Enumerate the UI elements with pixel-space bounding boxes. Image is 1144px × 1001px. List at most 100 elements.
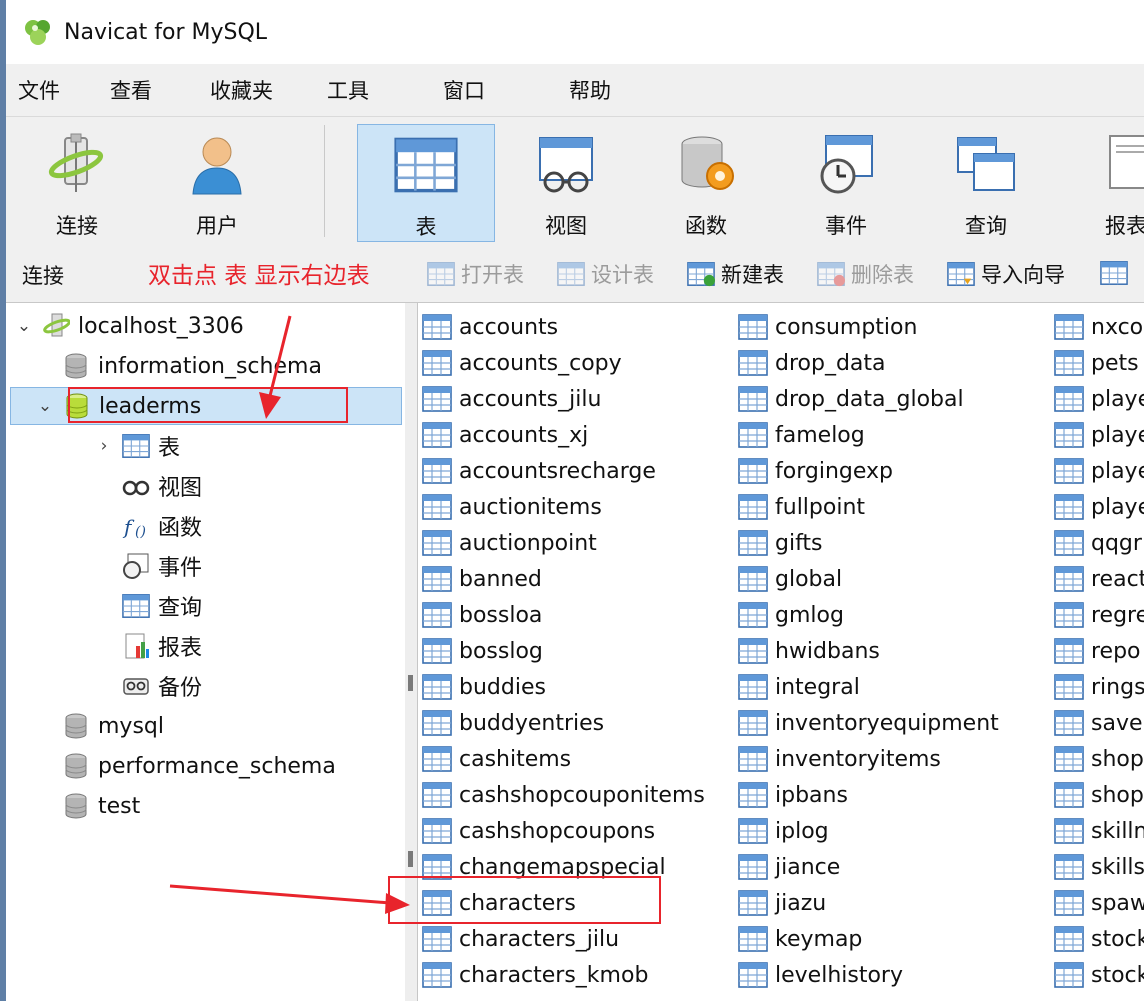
toolbar-table-button[interactable]: 表	[357, 124, 495, 242]
table-item[interactable]: playe	[1054, 489, 1144, 525]
tree-item-connection[interactable]: ⌄ localhost_3306	[14, 307, 394, 345]
table-icon	[1054, 422, 1084, 448]
table-item[interactable]: iplog	[738, 813, 999, 849]
table-item[interactable]: jiance	[738, 849, 999, 885]
menu-tools[interactable]: 工具	[315, 64, 381, 116]
toolbar-user-button[interactable]: 用户	[148, 124, 286, 242]
table-item[interactable]: ipbans	[738, 777, 999, 813]
tree-item-reports[interactable]: 报表	[114, 627, 394, 665]
table-item[interactable]: auctionpoint	[422, 525, 705, 561]
table-item[interactable]: accounts_jilu	[422, 381, 705, 417]
table-item[interactable]: regre	[1054, 597, 1144, 633]
table-item[interactable]: pets	[1054, 345, 1144, 381]
toolbar-connection-button[interactable]: 连接	[8, 124, 146, 242]
table-item[interactable]: levelhistory	[738, 957, 999, 993]
tree-item-views[interactable]: 视图	[114, 467, 394, 505]
table-item[interactable]: characters_kmob	[422, 957, 705, 993]
table-icon	[422, 494, 452, 520]
import-wizard-button[interactable]: 导入向导	[947, 259, 1065, 289]
tree-item-functions[interactable]: f () 函数	[114, 507, 394, 545]
connection-name: localhost_3306	[78, 313, 244, 339]
open-table-icon	[427, 260, 455, 288]
table-item[interactable]: playe	[1054, 453, 1144, 489]
toolbar-view-button[interactable]: 视图	[497, 124, 635, 242]
open-table-button[interactable]: 打开表	[427, 259, 524, 289]
menu-view[interactable]: 查看	[98, 64, 164, 116]
tree-item-test[interactable]: test	[34, 787, 394, 825]
table-item[interactable]: rings	[1054, 669, 1144, 705]
menu-file[interactable]: 文件	[6, 64, 72, 116]
table-item[interactable]: inventoryequipment	[738, 705, 999, 741]
design-table-button[interactable]: 设计表	[557, 259, 654, 289]
table-item[interactable]: save	[1054, 705, 1144, 741]
tree-item-queries[interactable]: 查询	[114, 587, 394, 625]
collapse-chevron-icon[interactable]: ⌄	[35, 396, 55, 416]
expand-chevron-icon[interactable]: ›	[94, 436, 114, 456]
table-item[interactable]: skilln	[1054, 813, 1144, 849]
table-item[interactable]: drop_data	[738, 345, 999, 381]
table-item[interactable]: auctionitems	[422, 489, 705, 525]
table-item[interactable]: forgingexp	[738, 453, 999, 489]
table-item[interactable]: stock	[1054, 957, 1144, 993]
table-item[interactable]: inventoryitems	[738, 741, 999, 777]
table-icon	[738, 890, 768, 916]
table-item[interactable]: react	[1054, 561, 1144, 597]
toolbar-function-button[interactable]: 函数	[637, 124, 775, 242]
table-item[interactable]: spaw	[1054, 885, 1144, 921]
tree-item-information-schema[interactable]: information_schema	[34, 347, 394, 385]
table-item[interactable]: fullpoint	[738, 489, 999, 525]
table-item[interactable]: hwidbans	[738, 633, 999, 669]
table-item[interactable]: buddies	[422, 669, 705, 705]
table-item[interactable]: consumption	[738, 309, 999, 345]
table-item[interactable]: jiazu	[738, 885, 999, 921]
toolbar-query-button[interactable]: 查询	[917, 124, 1055, 242]
table-item[interactable]: repo	[1054, 633, 1144, 669]
export-wizard-button[interactable]	[1100, 259, 1134, 287]
table-item[interactable]: bosslog	[422, 633, 705, 669]
tree-item-events[interactable]: 事件	[114, 547, 394, 585]
table-item[interactable]: keymap	[738, 921, 999, 957]
table-icon	[1054, 674, 1084, 700]
table-name: shop	[1091, 782, 1144, 808]
table-icon	[738, 818, 768, 844]
toolbar-event-button[interactable]: 事件	[777, 124, 915, 242]
collapse-chevron-icon[interactable]: ⌄	[14, 316, 34, 336]
table-item[interactable]: integral	[738, 669, 999, 705]
delete-table-button[interactable]: 删除表	[817, 259, 914, 289]
table-item[interactable]: shop	[1054, 777, 1144, 813]
table-item[interactable]: drop_data_global	[738, 381, 999, 417]
table-item[interactable]: gmlog	[738, 597, 999, 633]
table-item[interactable]: playe	[1054, 417, 1144, 453]
table-item[interactable]: characters_jilu	[422, 921, 705, 957]
table-item[interactable]: banned	[422, 561, 705, 597]
table-item[interactable]: buddyentries	[422, 705, 705, 741]
table-item[interactable]: accounts_xj	[422, 417, 705, 453]
toolbar-report-button[interactable]: 报表	[1057, 124, 1144, 242]
table-item[interactable]: nxco	[1054, 309, 1144, 345]
table-item[interactable]: qqgr	[1054, 525, 1144, 561]
table-item[interactable]: stock	[1054, 921, 1144, 957]
menu-window[interactable]: 窗口	[431, 64, 497, 116]
tree-item-backups[interactable]: 备份	[114, 667, 394, 705]
tree-item-performance-schema[interactable]: performance_schema	[34, 747, 394, 785]
table-item[interactable]: global	[738, 561, 999, 597]
table-item[interactable]: playe	[1054, 381, 1144, 417]
menu-favorites[interactable]: 收藏夹	[198, 64, 285, 116]
table-item[interactable]: shop	[1054, 741, 1144, 777]
menu-help[interactable]: 帮助	[557, 64, 623, 116]
table-item[interactable]: skills	[1054, 849, 1144, 885]
tree-item-mysql[interactable]: mysql	[34, 707, 394, 745]
table-item[interactable]: accounts	[422, 309, 705, 345]
new-table-button[interactable]: 新建表	[687, 259, 784, 289]
table-item[interactable]: cashshopcouponitems	[422, 777, 705, 813]
table-item[interactable]: gifts	[738, 525, 999, 561]
table-item[interactable]: bossloa	[422, 597, 705, 633]
table-item[interactable]: cashitems	[422, 741, 705, 777]
table-name: react	[1091, 566, 1144, 592]
tree-item-tables[interactable]: › 表	[94, 427, 394, 465]
menu-bar: 文件 查看 收藏夹 工具 窗口 帮助	[6, 64, 1144, 116]
table-item[interactable]: accounts_copy	[422, 345, 705, 381]
table-item[interactable]: accountsrecharge	[422, 453, 705, 489]
table-item[interactable]: cashshopcoupons	[422, 813, 705, 849]
table-item[interactable]: famelog	[738, 417, 999, 453]
